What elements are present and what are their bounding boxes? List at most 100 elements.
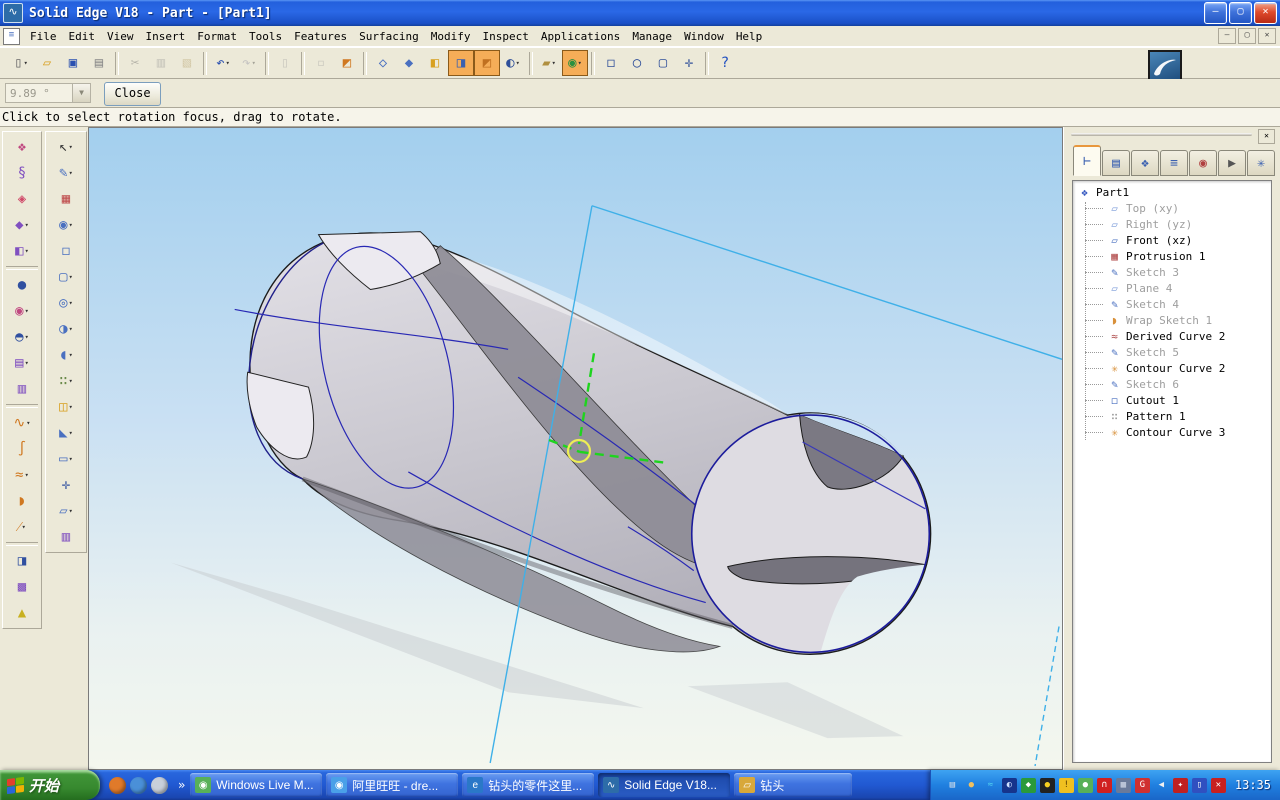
boolean-surface-tool[interactable]: ▲ — [3, 600, 41, 626]
restore-button[interactable]: ▢ — [1229, 2, 1252, 24]
undo-button[interactable]: ↶ ▾ — [210, 50, 236, 76]
tree-item-wrap-sketch-1[interactable]: ◗ Wrap Sketch 1 — [1077, 312, 1271, 328]
hidden-edges-button[interactable]: ◩ — [474, 50, 500, 76]
menu-surfacing[interactable]: Surfacing — [353, 27, 425, 46]
dropdown-arrow-icon[interactable]: ▾ — [69, 325, 73, 333]
menu-window[interactable]: Window — [678, 27, 730, 46]
tray-sogou-pet-icon[interactable]: ● — [964, 778, 979, 793]
close-button[interactable]: ✕ — [1254, 2, 1277, 24]
chevron-more-icon[interactable]: » — [178, 778, 185, 792]
dropdown-arrow-icon[interactable]: ▾ — [69, 455, 73, 463]
menu-features[interactable]: Features — [288, 27, 353, 46]
stitched-surface-tool[interactable]: ▩ — [3, 574, 41, 600]
start-button[interactable]: 开始 — [0, 770, 100, 800]
dropdown-arrow-icon[interactable]: ▾ — [69, 377, 73, 385]
tree-item-top-xy[interactable]: ▱ Top (xy) — [1077, 200, 1271, 216]
tree-item-sketch-3[interactable]: ✎ Sketch 3 — [1077, 264, 1271, 280]
bluesurf-tool[interactable]: ❖ — [3, 134, 41, 160]
copy-button[interactable]: ▥ — [148, 50, 174, 76]
tray-360-shield-icon[interactable]: ◆ — [1020, 777, 1036, 793]
quick-launch-media-player-icon[interactable] — [109, 776, 126, 794]
menu-view[interactable]: View — [101, 27, 140, 46]
dropdown-arrow-icon[interactable]: ▾ — [69, 299, 73, 307]
revolved-surface-tool[interactable]: ◓ ▾ — [3, 324, 41, 350]
dropdown-arrow-icon[interactable]: ▾ — [516, 59, 520, 67]
task-solid-edge[interactable]: ∿ Solid Edge V18... — [598, 773, 731, 797]
child-minimize-button[interactable]: — — [1218, 28, 1236, 44]
save-button[interactable]: ▣ — [60, 50, 86, 76]
tree-item-part1[interactable]: ❖ Part1 — [1077, 184, 1271, 200]
tree-item-right-yz[interactable]: ▱ Right (yz) — [1077, 216, 1271, 232]
tree-item-sketch-4[interactable]: ✎ Sketch 4 — [1077, 296, 1271, 312]
swept-surface-tool[interactable]: ◆ ▾ — [3, 212, 41, 238]
menu-help[interactable]: Help — [730, 27, 769, 46]
dropdown-arrow-icon[interactable]: ▾ — [25, 333, 29, 341]
dropdown-arrow-icon[interactable]: ▾ — [25, 471, 29, 479]
dropdown-arrow-icon[interactable]: ▾ — [69, 169, 73, 177]
task-windows-live[interactable]: ◉ Windows Live M... — [190, 773, 323, 797]
tree-item-contour-curve-2[interactable]: ✳ Contour Curve 2 — [1077, 360, 1271, 376]
color-manager-button[interactable]: ◐ ▾ — [500, 50, 526, 76]
revolved-cutout-tool[interactable]: ◎ ▾ — [46, 290, 86, 316]
chevron-down-icon[interactable]: ▼ — [72, 84, 90, 102]
edgebar-drag-handle[interactable] — [1071, 133, 1252, 136]
tab-feature-pathfinder[interactable]: ⊢ — [1073, 145, 1101, 176]
split-curve-tool[interactable]: ⁄ ▾ — [3, 514, 41, 540]
copy-surface-tool[interactable]: ▥ — [3, 376, 41, 402]
edgebar-close-button[interactable]: ✕ — [1258, 129, 1275, 144]
dropdown-arrow-icon[interactable]: ▾ — [69, 403, 73, 411]
coordinate-system-tool[interactable]: ✛ — [46, 472, 86, 498]
tab-customize[interactable]: ✳ — [1247, 150, 1275, 176]
dropdown-arrow-icon[interactable]: ▾ — [226, 59, 230, 67]
dropdown-arrow-icon[interactable]: ▾ — [69, 221, 73, 229]
tree-item-plane-4[interactable]: ▱ Plane 4 — [1077, 280, 1271, 296]
minimize-button[interactable]: — — [1204, 2, 1227, 24]
tab-feature-playback[interactable]: ▶ — [1218, 150, 1246, 176]
dropdown-arrow-icon[interactable]: ▾ — [69, 351, 73, 359]
mirror-copy-tool[interactable]: ◫ ▾ — [46, 394, 86, 420]
tray-warning-shield-icon[interactable]: ! — [1058, 777, 1074, 793]
task-ie-drill-parts[interactable]: e 钻头的零件这里... — [462, 773, 595, 797]
tree-item-contour-curve-3[interactable]: ✳ Contour Curve 3 — [1077, 424, 1271, 440]
curve-on-surface-tool[interactable]: ∫ — [3, 436, 41, 462]
menu-insert[interactable]: Insert — [140, 27, 192, 46]
tray-qq-icon[interactable]: ● — [1039, 777, 1055, 793]
help-button[interactable]: ? — [712, 50, 738, 76]
tree-item-sketch-6[interactable]: ✎ Sketch 6 — [1077, 376, 1271, 392]
wrapped-curve-tool[interactable]: ◗ — [3, 488, 41, 514]
tray-thunder-icon[interactable]: ✦ — [1172, 777, 1188, 793]
tree-item-protrusion-1[interactable]: ▦ Protrusion 1 — [1077, 248, 1271, 264]
dropdown-arrow-icon[interactable]: ▾ — [22, 523, 26, 531]
quick-launch-messenger-icon[interactable] — [130, 776, 147, 794]
dropdown-arrow-icon[interactable]: ▾ — [25, 359, 29, 367]
print-button[interactable]: ▤ — [86, 50, 112, 76]
visible-edges-view-button[interactable]: ◆ — [396, 50, 422, 76]
rotation-angle-combo[interactable]: 9.89 ° ▼ — [5, 83, 91, 103]
dropdown-arrow-icon[interactable]: ▾ — [25, 221, 29, 229]
tree-item-front-xz[interactable]: ▱ Front (xz) — [1077, 232, 1271, 248]
revolved-protrusion-tool[interactable]: ◉ ▾ — [46, 212, 86, 238]
update-links-button[interactable]: ▯ — [272, 50, 298, 76]
keypoint-curve-tool[interactable]: ∿ ▾ — [3, 410, 41, 436]
swept-cutout-tool[interactable]: ◑ ▾ — [46, 316, 86, 342]
menu-format[interactable]: Format — [191, 27, 243, 46]
tray-volume-icon[interactable]: ◀ — [1154, 778, 1169, 793]
bounded-surface-tool[interactable]: ◈ — [3, 186, 41, 212]
menu-manage[interactable]: Manage — [626, 27, 678, 46]
tab-sensors[interactable]: ◉ — [1189, 150, 1217, 176]
offset-surface-tool[interactable]: ▤ ▾ — [3, 350, 41, 376]
wireframe-view-button[interactable]: ◇ — [370, 50, 396, 76]
new-button[interactable]: ▯ ▾ — [8, 50, 34, 76]
tab-family-of-parts[interactable]: ❖ — [1131, 150, 1159, 176]
dropdown-arrow-icon[interactable]: ▾ — [69, 143, 73, 151]
child-restore-button[interactable]: ▢ — [1238, 28, 1256, 44]
reference-plane-tool[interactable]: ▱ ▾ — [46, 498, 86, 524]
dropdown-arrow-icon[interactable]: ▾ — [69, 273, 73, 281]
menu-tools[interactable]: Tools — [243, 27, 288, 46]
round-tool[interactable]: ◖ ▾ — [46, 342, 86, 368]
menu-modify[interactable]: Modify — [425, 27, 477, 46]
dropdown-arrow-icon[interactable]: ▾ — [26, 419, 30, 427]
tray-swoosh-icon[interactable]: ≈ — [983, 778, 998, 793]
tree-item-cutout-1[interactable]: ◻ Cutout 1 — [1077, 392, 1271, 408]
thin-wall-tool[interactable]: ▭ ▾ — [46, 446, 86, 472]
